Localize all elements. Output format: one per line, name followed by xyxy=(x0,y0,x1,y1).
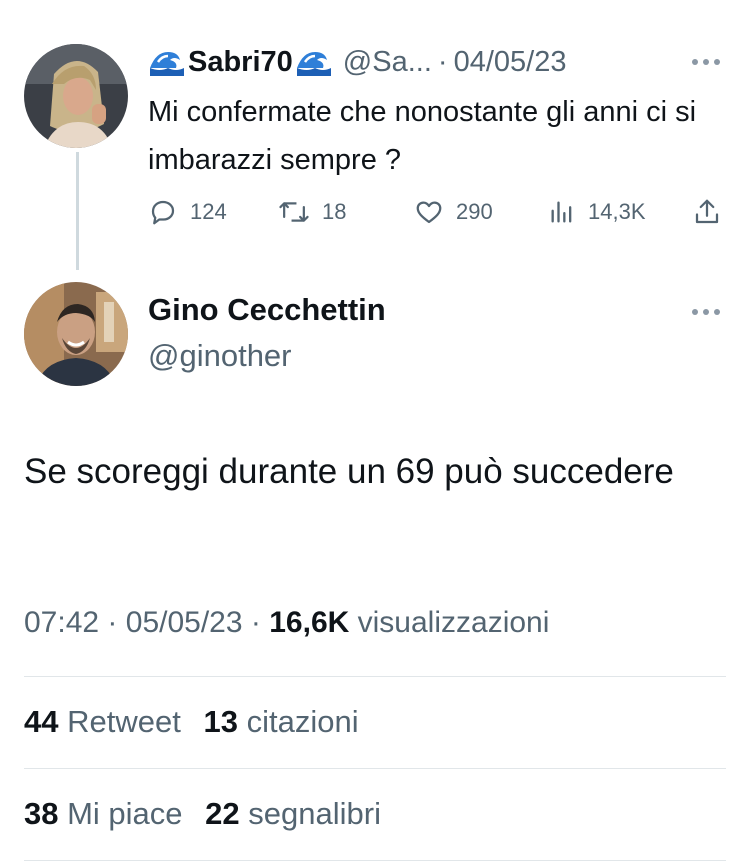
tweet2-more-icon[interactable] xyxy=(692,306,728,318)
tweet2-timestamp-row: 07:42 · 05/05/23 · 16,6K visualizzazioni xyxy=(24,606,549,640)
like-button[interactable]: 290 xyxy=(414,192,493,232)
quotes-label: citazioni xyxy=(246,704,359,739)
like-icon xyxy=(416,201,442,224)
share-icon xyxy=(695,199,719,224)
retweets-label: Retweet xyxy=(67,704,181,739)
tweet2-time[interactable]: 07:42 xyxy=(24,606,99,639)
tweet1-header: Sabri70 @Sa... · 04/05/23 xyxy=(148,42,566,82)
tweet1-separator: · xyxy=(437,45,448,78)
bookmarks-label: segnalibri xyxy=(248,796,381,831)
bookmarks-count: 22 xyxy=(205,796,240,831)
quotes-stat[interactable]: 13 citazioni xyxy=(203,704,358,739)
tweet1-date[interactable]: 04/05/23 xyxy=(454,46,567,79)
reply-button[interactable]: 124 xyxy=(148,192,227,232)
like-count: 290 xyxy=(456,199,493,224)
separator: · xyxy=(107,606,118,639)
tweet2-display-name[interactable]: Gino Cecchettin xyxy=(148,292,386,328)
avatar-ginother[interactable] xyxy=(24,282,128,386)
retweet-quote-stats: 44 Retweet 13 citazioni xyxy=(24,704,359,740)
tweet2-handle[interactable]: @ginother xyxy=(148,338,292,374)
retweets-stat[interactable]: 44 Retweet xyxy=(24,704,181,739)
divider xyxy=(24,860,726,861)
reply-count: 124 xyxy=(190,199,227,224)
avatar-sabri70[interactable] xyxy=(24,44,128,148)
retweet-count: 18 xyxy=(322,199,347,224)
likes-stat[interactable]: 38 Mi piace xyxy=(24,796,183,831)
thread-connector-line xyxy=(76,152,79,270)
likes-label: Mi piace xyxy=(67,796,183,831)
quotes-count: 13 xyxy=(203,704,238,739)
tweet1-more-icon[interactable] xyxy=(692,56,728,68)
tweet1-display-name[interactable]: Sabri70 xyxy=(188,46,293,79)
tweet1-action-bar: 124 18 290 14,3K xyxy=(148,192,728,232)
views-icon xyxy=(551,201,572,223)
bookmarks-stat[interactable]: 22 segnalibri xyxy=(205,796,381,831)
retweet-icon xyxy=(279,202,309,222)
tweet2-date[interactable]: 05/05/23 xyxy=(126,606,243,639)
tweet2-text: Se scoreggi durante un 69 può succedere xyxy=(24,452,674,491)
reply-icon xyxy=(151,200,175,225)
tweet1-text: Mi confermate che nonostante gli anni ci… xyxy=(148,96,697,176)
views-button[interactable]: 14,3K xyxy=(548,192,646,232)
retweets-count: 44 xyxy=(24,704,59,739)
likes-count: 38 xyxy=(24,796,59,831)
retweet-button[interactable]: 18 xyxy=(278,192,346,232)
share-button[interactable] xyxy=(692,192,734,232)
separator: · xyxy=(250,606,261,639)
views-count: 14,3K xyxy=(588,199,646,224)
tweet2-views-label: visualizzazioni xyxy=(357,606,550,639)
divider xyxy=(24,676,726,677)
tweet1-handle[interactable]: @Sa... xyxy=(343,46,432,79)
like-bookmark-stats: 38 Mi piace 22 segnalibri xyxy=(24,796,381,832)
tweet2-views-count: 16,6K xyxy=(269,606,350,639)
wave-emoji-icon xyxy=(296,52,331,76)
divider xyxy=(24,768,726,769)
wave-emoji-icon xyxy=(150,52,184,76)
